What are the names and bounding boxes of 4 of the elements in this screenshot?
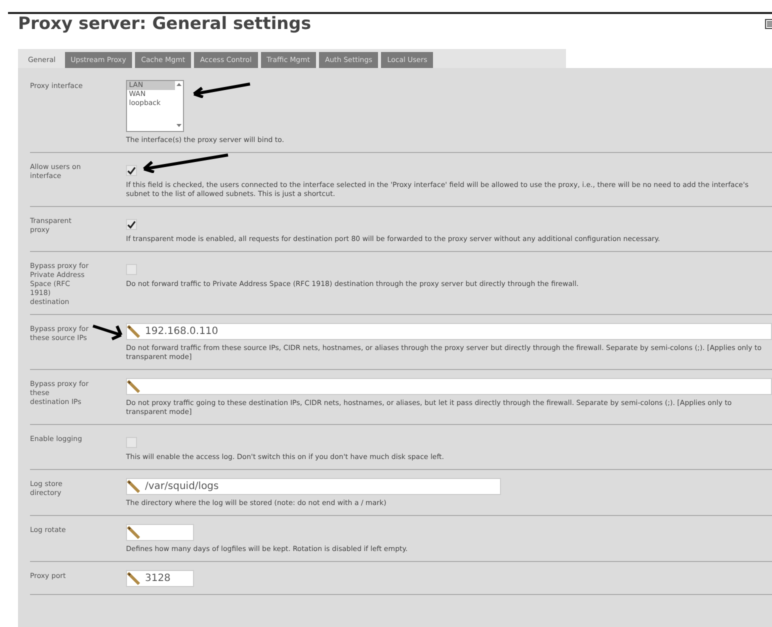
input-field[interactable]: /var/squid/logs [126, 478, 501, 495]
input-field[interactable]: 3128 [126, 570, 194, 587]
input-field[interactable]: 192.168.0.110 [126, 323, 772, 340]
page-title: Proxy server: General settings [18, 17, 312, 31]
